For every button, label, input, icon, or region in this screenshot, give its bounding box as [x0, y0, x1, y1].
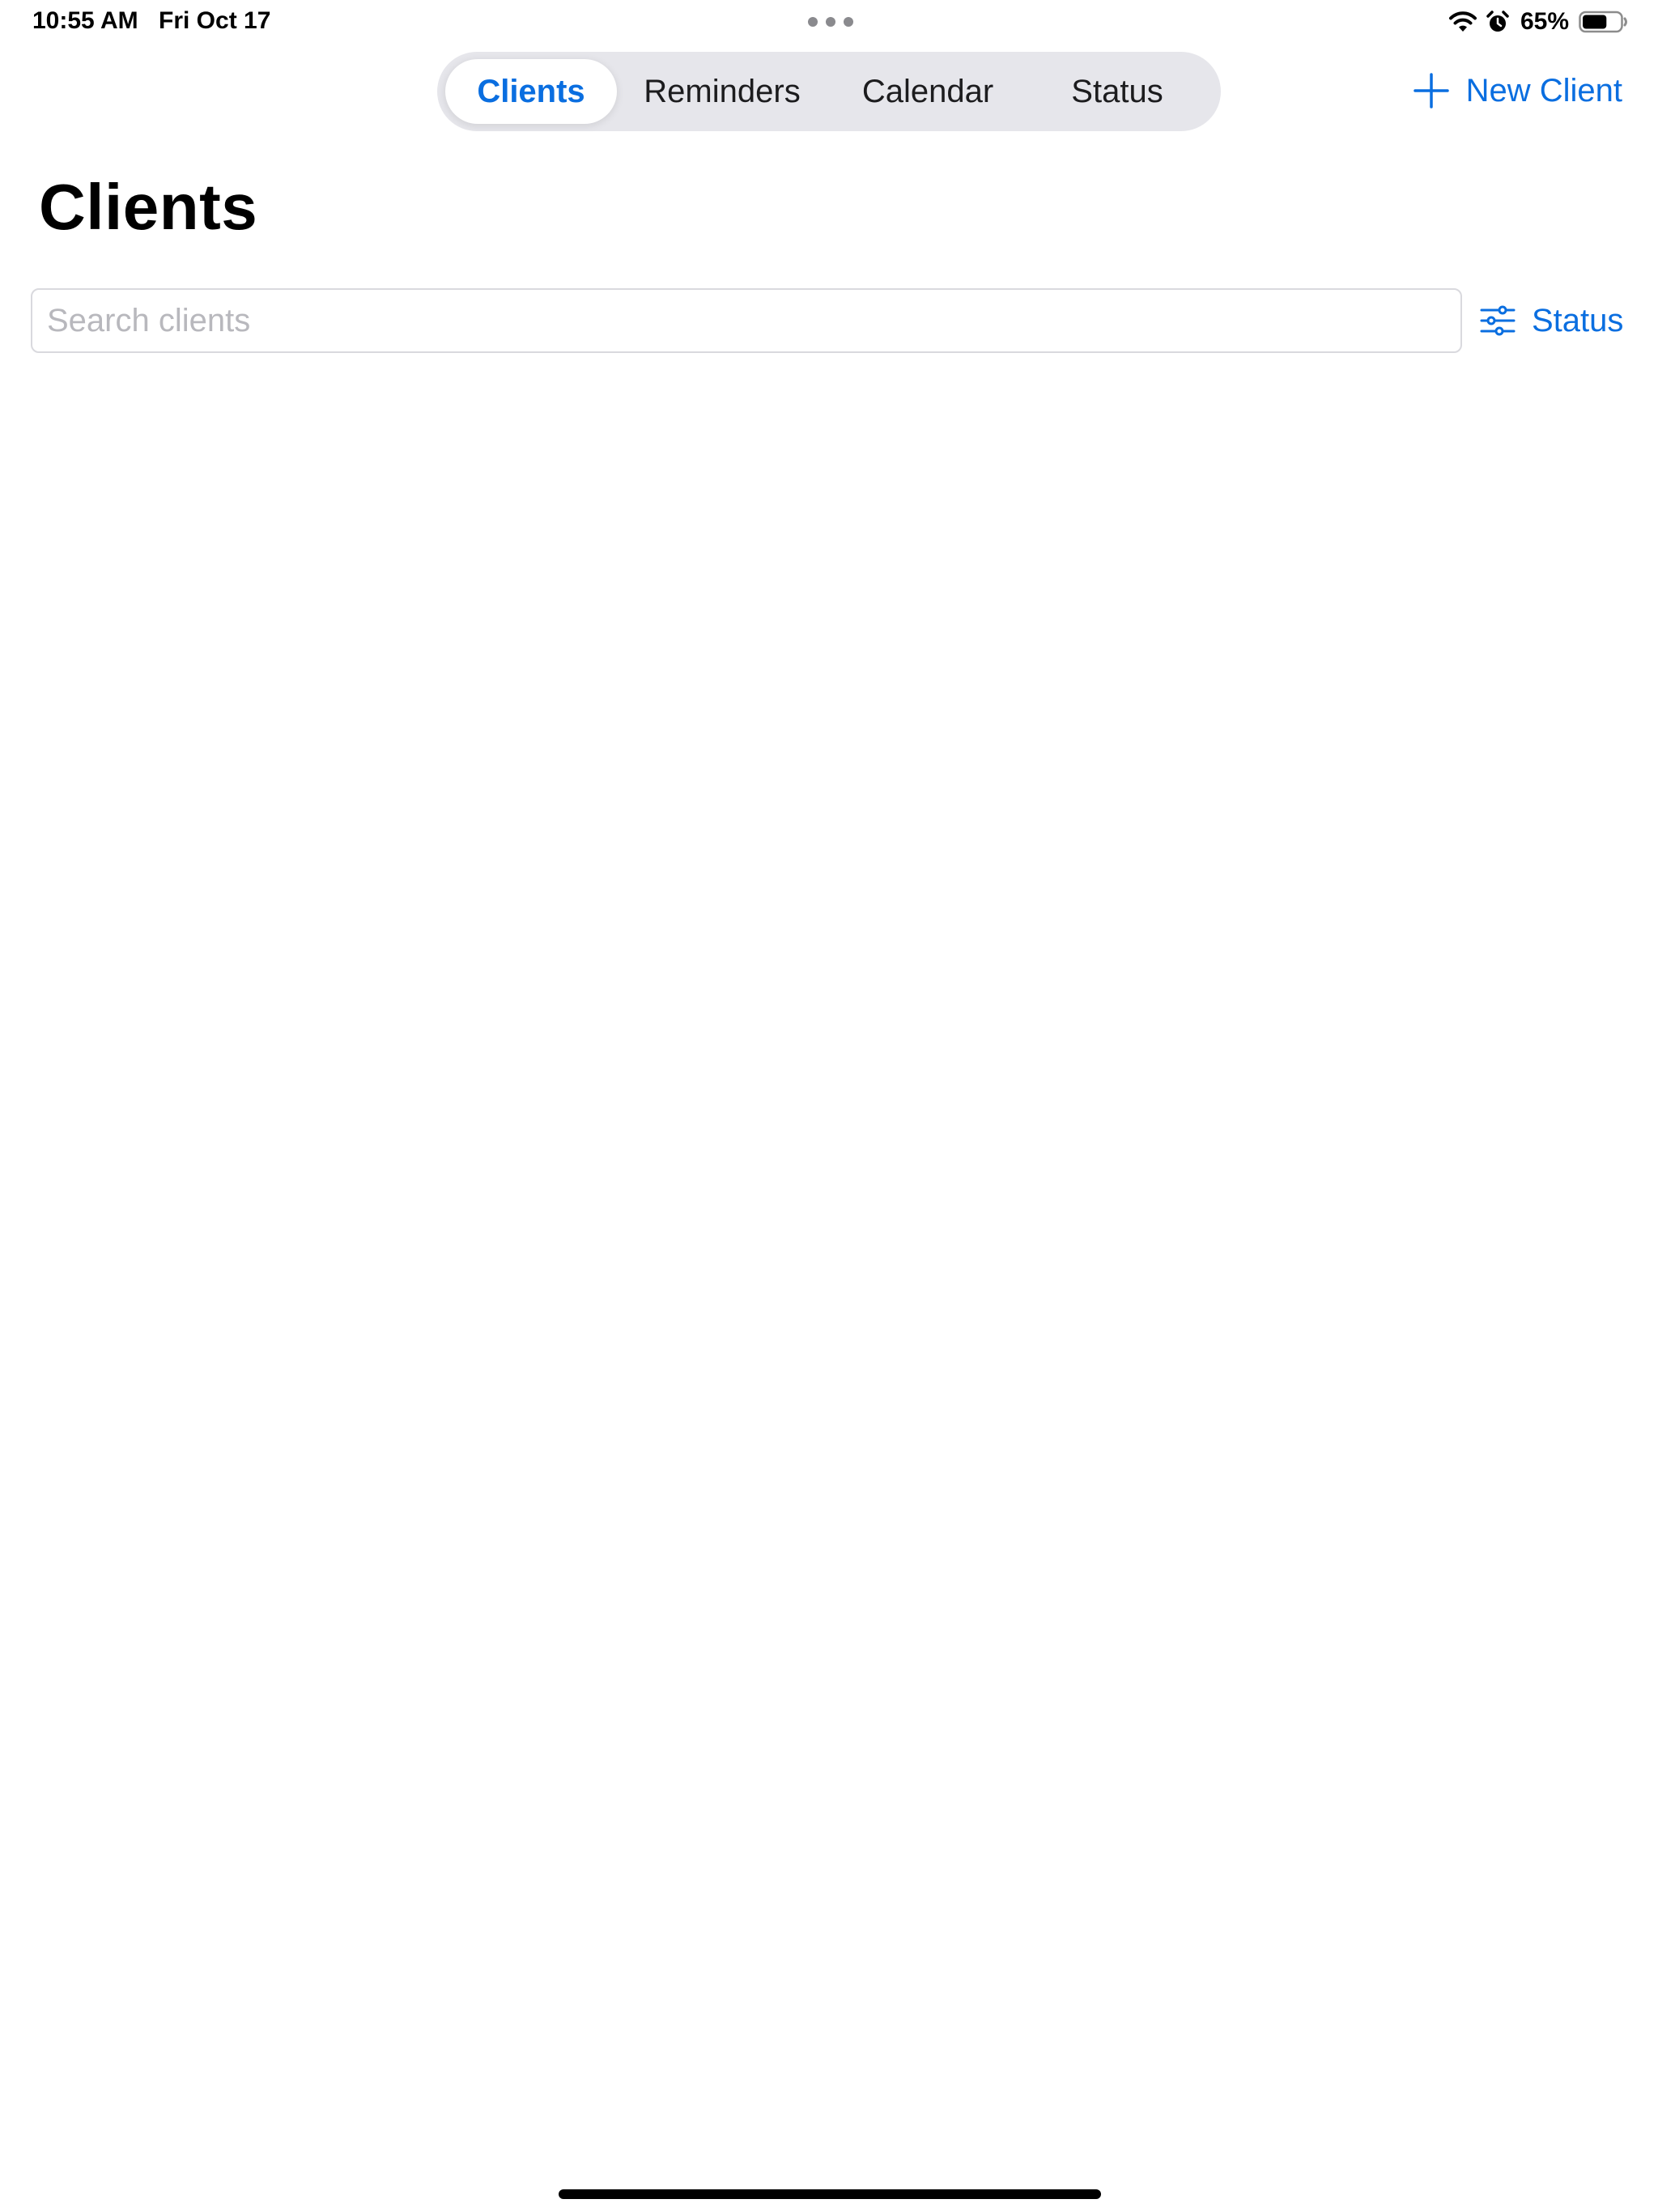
clients-screen: 10:55 AM Fri Oct 17 65% Clients Reminder… — [0, 0, 1658, 2212]
main-tab-bar: Clients Reminders Calendar Status — [437, 52, 1221, 131]
status-bar: 10:55 AM Fri Oct 17 65% — [0, 0, 1658, 44]
sliders-icon — [1480, 305, 1516, 336]
home-indicator[interactable] — [559, 2189, 1101, 2199]
status-filter-label: Status — [1532, 303, 1624, 338]
wifi-icon — [1448, 11, 1477, 32]
search-input[interactable] — [31, 288, 1462, 353]
status-filter-button[interactable]: Status — [1480, 296, 1623, 345]
plus-icon — [1413, 73, 1449, 108]
alarm-icon — [1486, 11, 1509, 32]
tab-calendar[interactable]: Calendar — [847, 59, 1009, 124]
multitask-dots-icon[interactable] — [808, 16, 853, 28]
battery-icon — [1579, 11, 1627, 33]
new-client-button[interactable]: New Client — [1413, 68, 1622, 113]
tab-clients[interactable]: Clients — [445, 59, 617, 124]
status-indicators: 65% — [1448, 6, 1629, 37]
page-title: Clients — [39, 171, 258, 243]
tab-status[interactable]: Status — [1036, 59, 1198, 124]
status-time: 10:55 AM — [32, 7, 138, 34]
status-date: Fri Oct 17 — [159, 7, 271, 34]
battery-percent: 65% — [1520, 8, 1569, 35]
tab-reminders[interactable]: Reminders — [630, 59, 814, 124]
new-client-label: New Client — [1465, 73, 1622, 108]
